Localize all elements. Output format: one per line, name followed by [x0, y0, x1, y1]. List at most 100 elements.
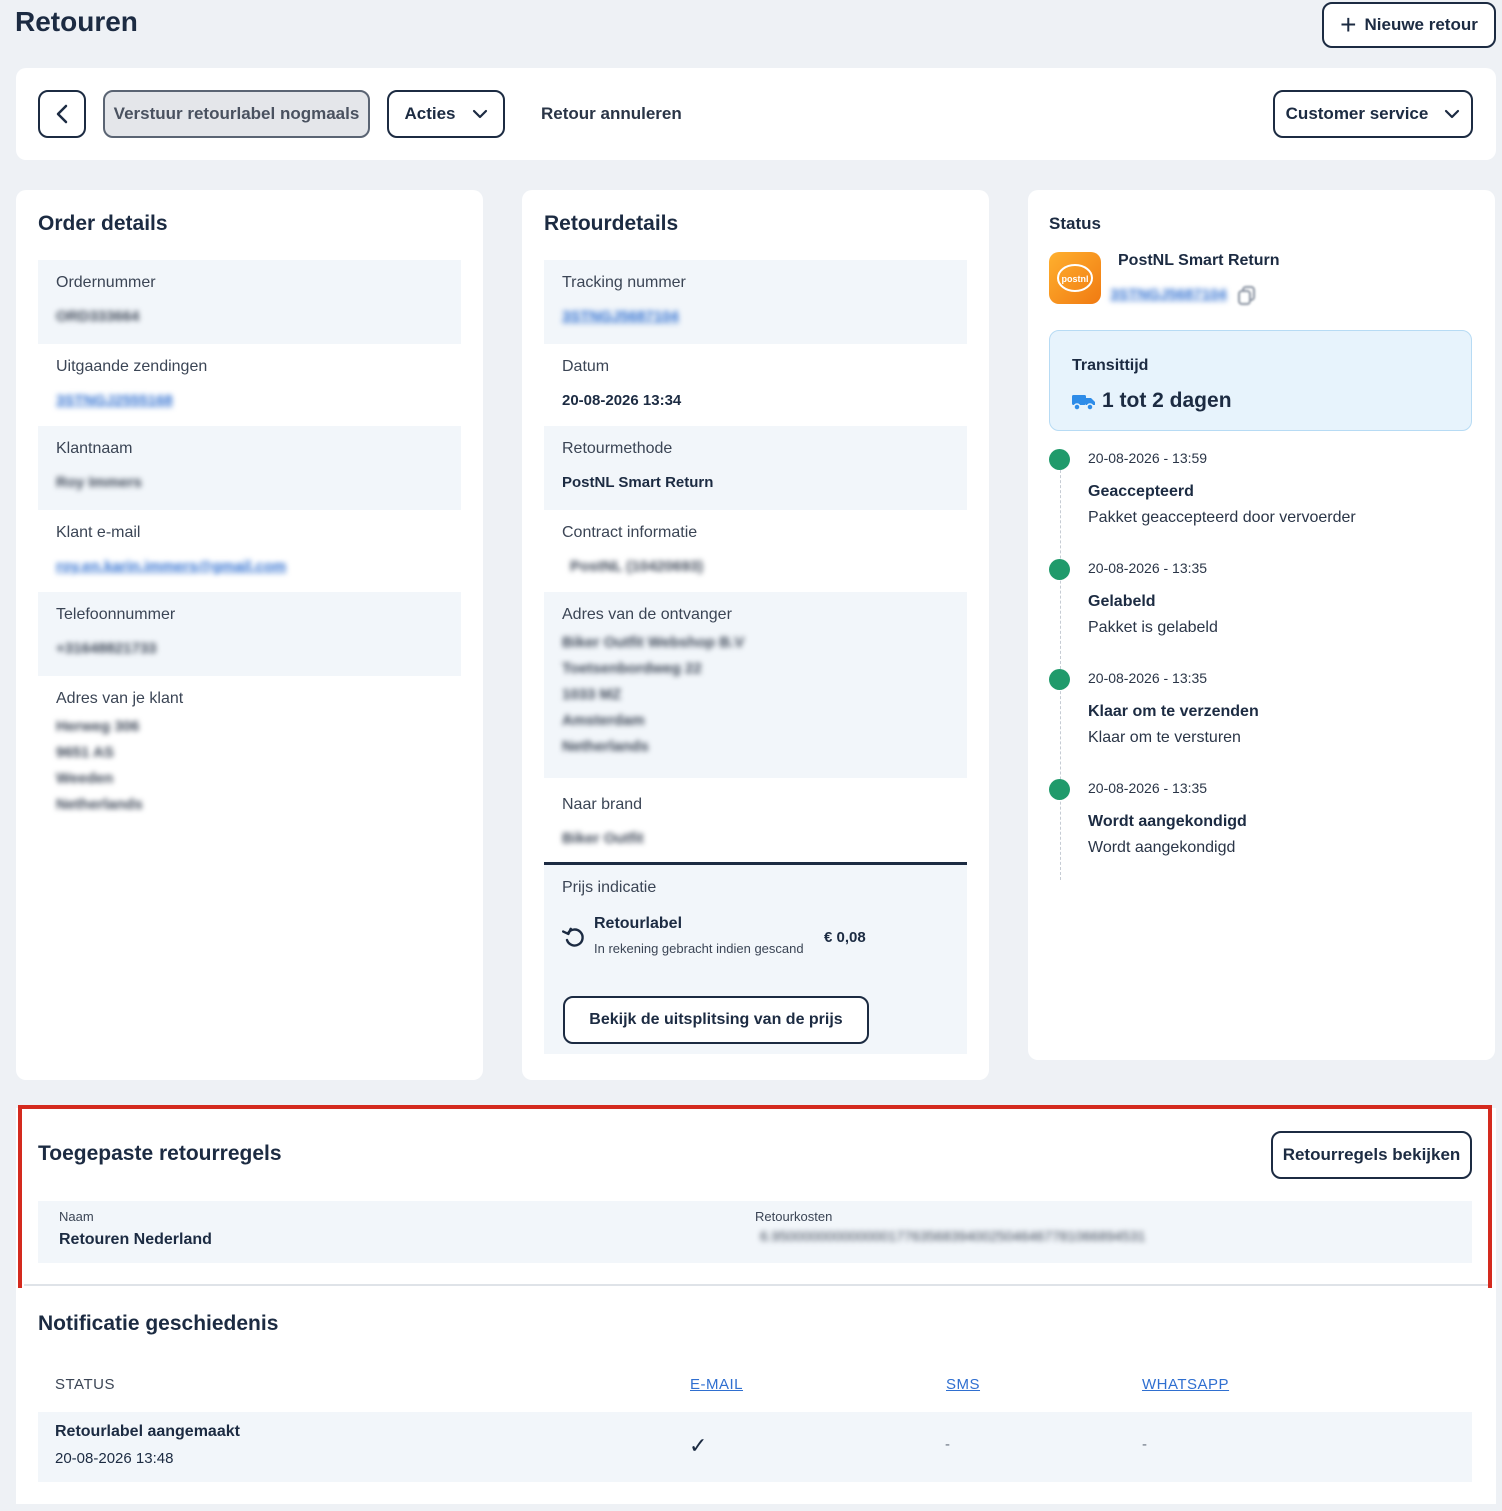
rule-name-value: Retouren Nederland — [59, 1231, 212, 1248]
carrier-tracking-link[interactable]: 3STNGJ5687104 — [1110, 282, 1227, 308]
sms-value: - — [945, 1436, 950, 1453]
notification-date: 20-08-2026 13:48 — [55, 1450, 174, 1467]
applied-rules-section: Toegepaste retourregels Retourregels bek… — [16, 1108, 1496, 1288]
rule-cost-header: Retourkosten — [755, 1209, 833, 1224]
customer-email-link[interactable]: roy.en.karin.immers@gmail.com — [56, 554, 443, 580]
address-line: Toetsenbordweg 22 — [562, 660, 702, 677]
order-details-title: Order details — [38, 212, 168, 235]
timeline-desc: Wordt aangekondigd — [1088, 839, 1236, 856]
return-method-field: Retourmethode PostNL Smart Return — [544, 426, 967, 510]
email-column-header[interactable]: E-MAIL — [690, 1376, 743, 1393]
return-method-value: PostNL Smart Return — [562, 474, 714, 491]
customer-address-field: Adres van je klant Herweg 306 9651 AS We… — [38, 676, 461, 826]
cancel-return-link[interactable]: Retour annuleren — [541, 104, 682, 124]
transit-value: 1 tot 2 dagen — [1102, 389, 1232, 412]
field-label: Telefoonnummer — [56, 606, 176, 623]
date-value: 20-08-2026 13:34 — [562, 392, 682, 409]
contract-info-field: Contract informatie PostNL (10420693) — [544, 510, 967, 592]
timeline-title: Wordt aangekondigd — [1088, 813, 1247, 830]
field-label: Retourmethode — [562, 440, 673, 457]
new-return-label: Nieuwe retour — [1364, 15, 1478, 34]
timeline-time: 20-08-2026 - 13:59 — [1088, 450, 1208, 466]
carrier-name: PostNL Smart Return — [1118, 252, 1280, 269]
address-line: Biker Outfit Webshop B.V — [562, 634, 745, 651]
section-divider — [24, 1284, 1490, 1286]
timeline-desc: Pakket is gelabeld — [1088, 619, 1218, 636]
timeline-time: 20-08-2026 - 13:35 — [1088, 780, 1208, 796]
field-label: Naar brand — [562, 796, 643, 813]
timeline-desc: Klaar om te versturen — [1088, 729, 1241, 746]
rule-cost-value: 6.95000000000000017763568394002504646778… — [760, 1228, 1146, 1244]
order-number-field: Ordernummer ORD333664 — [38, 260, 461, 344]
customer-name-field: Klantnaam Roy Immers — [38, 426, 461, 510]
phone-value: +31648821733 — [56, 640, 157, 657]
customer-email-field: Klant e-mail roy.en.karin.immers@gmail.c… — [38, 510, 461, 592]
return-details-card: Retourdetails Tracking nummer 3STNGJ5687… — [522, 190, 989, 1080]
plus-icon: + — [1340, 9, 1357, 40]
notification-row: Retourlabel aangemaakt 20-08-2026 13:48 … — [38, 1412, 1472, 1482]
view-rules-button[interactable]: Retourregels bekijken — [1271, 1131, 1472, 1179]
field-label: Datum — [562, 358, 610, 375]
truck-icon — [1072, 395, 1095, 411]
status-dot — [1049, 669, 1070, 690]
tracking-number-field: Tracking nummer 3STNGJ5687104 — [544, 260, 967, 344]
field-label: Klant e-mail — [56, 524, 141, 541]
price-indication-box: Prijs indicatie Retourlabel In rekening … — [544, 862, 967, 1054]
back-button[interactable] — [38, 90, 86, 138]
whatsapp-column-header[interactable]: WHATSAPP — [1142, 1376, 1229, 1393]
applied-rules-title: Toegepaste retourregels — [38, 1142, 282, 1165]
address-line: Amsterdam — [562, 712, 645, 729]
postnl-logo-mark: postnl — [1057, 264, 1093, 292]
actions-label: Acties — [404, 104, 456, 123]
order-number-value: ORD333664 — [56, 308, 140, 325]
field-label: Uitgaande zendingen — [56, 358, 208, 375]
price-amount: € 0,08 — [824, 929, 866, 946]
chevron-down-icon — [1445, 109, 1460, 119]
timeline-title: Geaccepteerd — [1088, 483, 1194, 500]
price-item-title: Retourlabel — [594, 915, 683, 932]
transit-label: Transittijd — [1072, 357, 1149, 374]
order-details-card: Order details Ordernummer ORD333664 Uitg… — [16, 190, 483, 1080]
status-dot — [1049, 779, 1070, 800]
timeline-desc: Pakket geaccepteerd door vervoerder — [1088, 509, 1356, 526]
address-line: Herweg 306 — [56, 718, 140, 735]
outgoing-shipment-link[interactable]: 3STNGJ2555168 — [56, 388, 443, 414]
field-label: Ordernummer — [56, 274, 156, 291]
address-line: 9651 AS — [56, 744, 114, 761]
timeline-time: 20-08-2026 - 13:35 — [1088, 560, 1208, 576]
chevron-down-icon — [472, 109, 487, 119]
new-return-button[interactable]: + Nieuwe retour — [1322, 2, 1496, 48]
address-line: Weeden — [56, 770, 114, 787]
phone-field: Telefoonnummer +31648821733 — [38, 592, 461, 676]
outgoing-shipments-field: Uitgaande zendingen 3STNGJ2555168 — [38, 344, 461, 426]
whatsapp-value: - — [1142, 1436, 1147, 1453]
tracking-number-link[interactable]: 3STNGJ5687104 — [562, 304, 949, 330]
field-label: Adres van de ontvanger — [562, 606, 732, 623]
chevron-left-icon — [56, 104, 68, 124]
sms-column-header[interactable]: SMS — [946, 1376, 980, 1393]
status-card: Status postnl PostNL Smart Return 3STNGJ… — [1028, 190, 1495, 1060]
status-column-header: STATUS — [55, 1376, 115, 1393]
return-arrow-icon — [562, 927, 584, 947]
actions-dropdown[interactable]: Acties — [387, 90, 505, 138]
postnl-logo-text: postnl — [1062, 274, 1089, 284]
address-line: 1033 MZ — [562, 686, 622, 703]
address-line: Netherlands — [56, 796, 143, 813]
price-breakdown-button[interactable]: Bekijk de uitsplitsing van de prijs — [563, 996, 869, 1044]
brand-value: Biker Outfit — [562, 830, 644, 847]
transit-time-box: Transittijd 1 tot 2 dagen — [1049, 330, 1472, 431]
customer-service-label: Customer service — [1285, 104, 1429, 123]
status-title: Status — [1049, 214, 1101, 233]
status-dot — [1049, 559, 1070, 580]
timeline-title: Klaar om te verzenden — [1088, 703, 1259, 720]
field-label: Adres van je klant — [56, 690, 184, 707]
brand-field: Naar brand Biker Outfit — [544, 782, 967, 862]
checkmark-icon: ✓ — [689, 1433, 708, 1458]
notification-history-section: Notificatie geschiedenis STATUS E-MAIL S… — [16, 1288, 1496, 1504]
page-title: Retouren — [15, 6, 138, 37]
customer-service-dropdown[interactable]: Customer service — [1273, 90, 1473, 138]
rule-name-header: Naam — [59, 1209, 94, 1224]
resend-label-button[interactable]: Verstuur retourlabel nogmaals — [103, 90, 370, 138]
copy-icon[interactable] — [1236, 284, 1258, 306]
date-field: Datum 20-08-2026 13:34 — [544, 344, 967, 426]
